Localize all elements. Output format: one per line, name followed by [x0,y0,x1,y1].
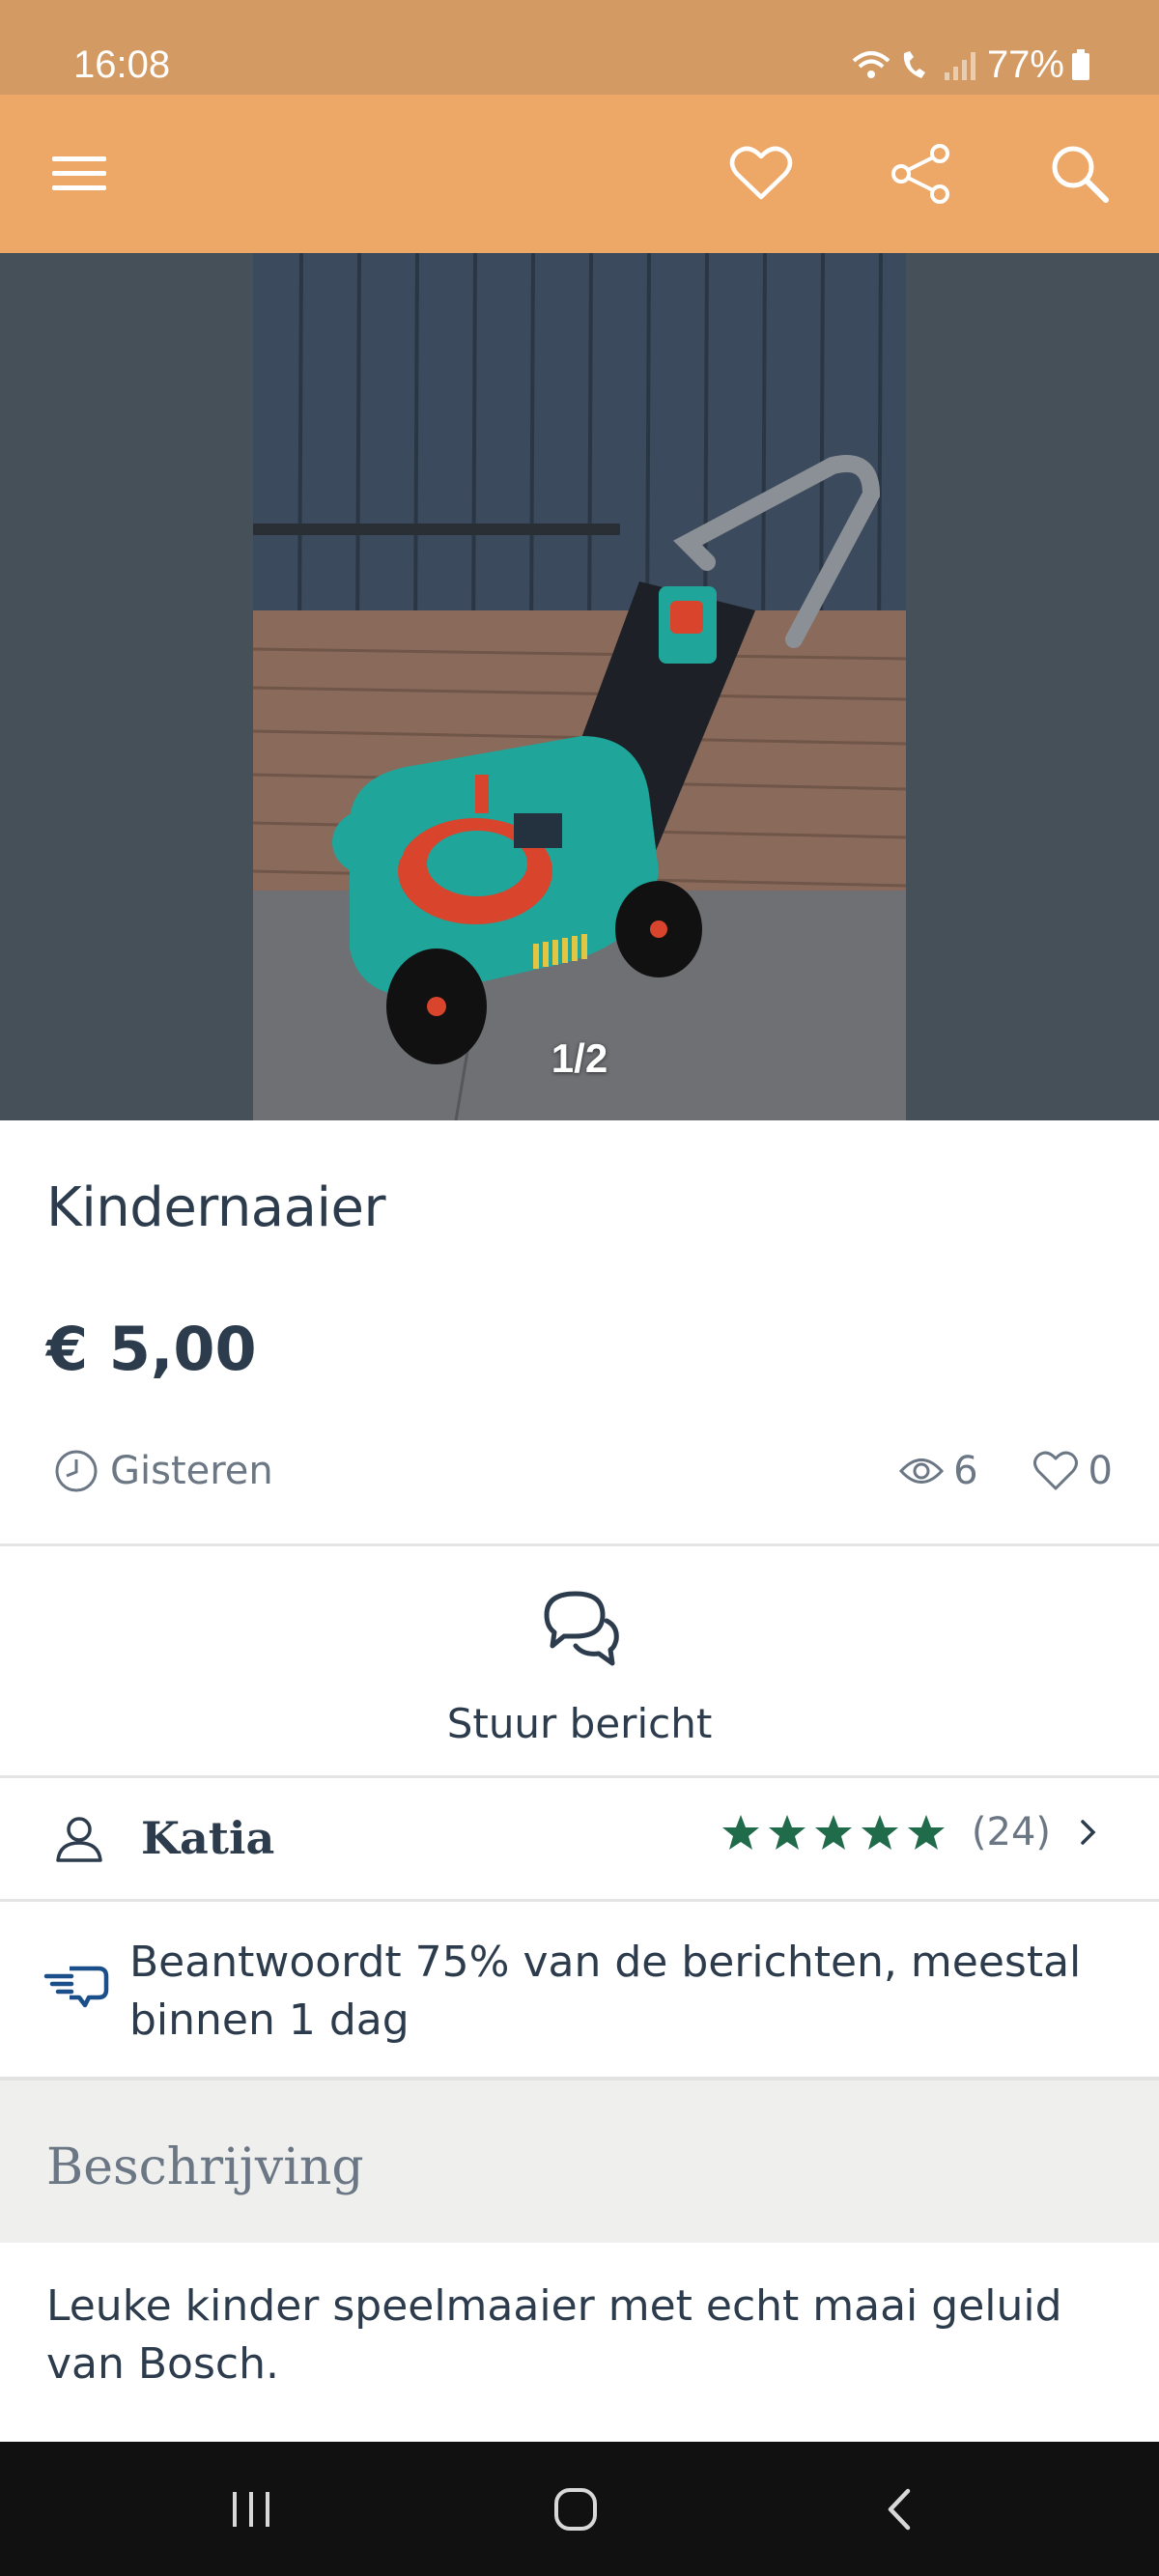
clock-icon [55,1450,98,1492]
status-bar: 16:08 77% [0,0,1159,95]
response-rate-text: Beantwoordt 75% van de berichten, meesta… [129,1938,1082,2045]
listing-photo[interactable] [253,253,906,1120]
posted-date: Gisteren [54,1449,273,1493]
back-icon [888,2488,911,2531]
app-bar [0,95,1159,253]
seller-rating: (24) [721,1810,1097,1854]
battery-percentage: 77% [986,42,1064,86]
share-button[interactable] [881,133,962,214]
signal-icon [943,47,981,82]
chat-bubbles-icon [544,1591,619,1666]
battery-icon [1070,47,1091,82]
share-icon [891,144,949,204]
system-nav-bar [0,2442,1159,2576]
seller-name: Katia [141,1812,275,1864]
menu-button[interactable] [39,133,120,214]
description-body: Leuke kinder speelmaaier met echt maai g… [46,2281,1062,2389]
posted-date-text: Gisteren [110,1449,273,1493]
star-icon [907,1815,945,1850]
status-time: 16:08 [73,43,171,86]
description-header: Beschrijving [0,2077,1159,2243]
rating-stars [721,1813,947,1852]
recent-apps-button[interactable] [212,2471,290,2548]
menu-icon [52,156,106,190]
star-icon [768,1815,806,1850]
listing-title: Kindernaaier [46,1176,385,1239]
description-heading: Beschrijving [46,2138,364,2196]
search-icon [1052,146,1109,203]
star-icon [861,1815,898,1850]
listing-stats: 6 0 [899,1449,1113,1493]
divider [0,1543,1159,1546]
seller-row[interactable]: Katia (24) [0,1779,1159,1899]
heart-outline-icon [1032,1451,1078,1490]
views-stat: 6 [899,1449,978,1493]
user-icon [56,1817,102,1862]
chevron-right-icon [1081,1820,1096,1845]
favorite-button[interactable] [721,133,802,214]
send-message-label: Stuur bericht [446,1700,713,1747]
views-count: 6 [953,1449,978,1493]
status-icons: 77% [850,41,1091,89]
listing-price: € 5,00 [46,1314,257,1384]
favorites-count: 0 [1088,1449,1113,1493]
star-icon [814,1815,852,1850]
divider [0,1899,1159,1902]
eye-icon [899,1458,945,1484]
home-icon [554,2488,597,2531]
fast-reply-icon [43,1966,109,2008]
search-button[interactable] [1039,133,1120,214]
photo-counter: 1/2 [551,1035,608,1081]
response-rate-row: Beantwoordt 75% van de berichten, meesta… [0,1903,1159,2073]
rating-count: (24) [971,1810,1051,1854]
photo-gallery[interactable]: 1/2 [0,253,1159,1120]
back-button[interactable] [862,2471,939,2548]
recent-apps-icon [233,2492,269,2527]
listing-meta: Gisteren 6 0 [54,1449,1113,1507]
favorites-stat: 0 [1032,1449,1113,1493]
heart-icon [729,146,793,200]
divider [0,1775,1159,1778]
wifi-icon [850,47,892,82]
star-icon [721,1815,759,1850]
home-button[interactable] [537,2471,614,2548]
wifi-calling-icon [898,47,937,82]
